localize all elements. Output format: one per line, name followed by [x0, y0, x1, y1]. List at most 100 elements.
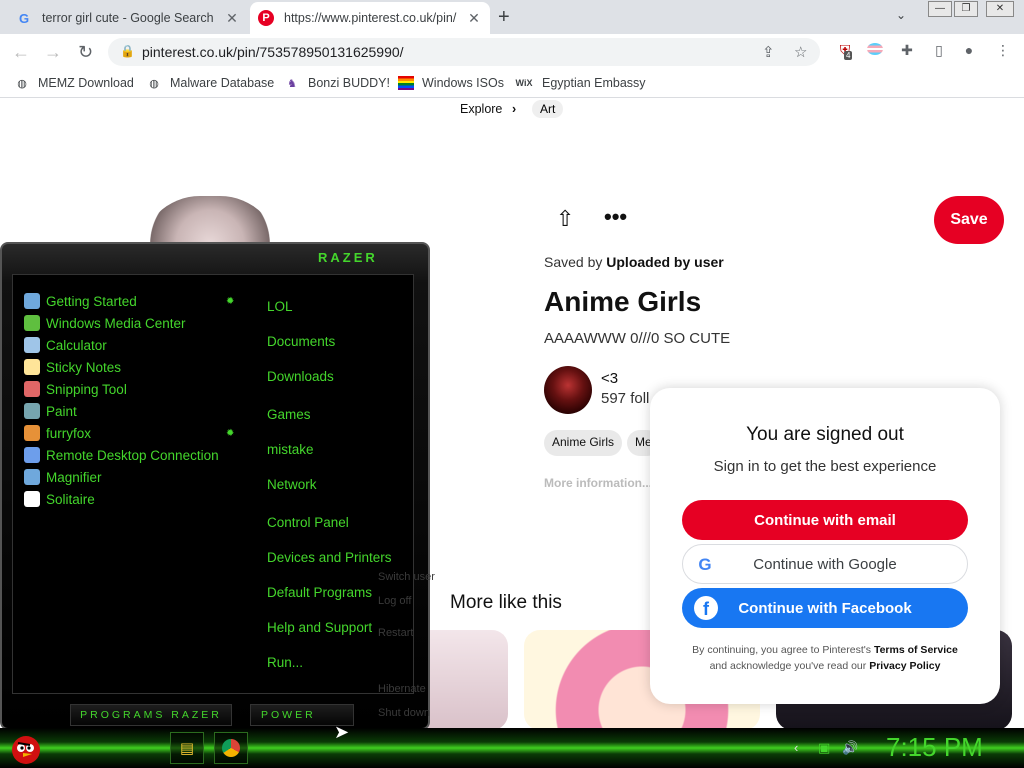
magnifier-icon [24, 469, 40, 485]
start-program-item[interactable]: Getting Started [24, 293, 137, 309]
chrome-taskbar-icon[interactable] [214, 732, 248, 764]
saved-by-prefix: Saved by [544, 254, 603, 270]
tab-google-search[interactable]: G terror girl cute - Google Search ✕ [8, 2, 248, 34]
start-program-item[interactable]: Remote Desktop Connection [24, 447, 219, 463]
start-program-item[interactable]: Sticky Notes [24, 359, 121, 375]
continue-with-email-button[interactable]: Continue with email [682, 500, 968, 540]
bookmark-bonzi-buddy[interactable]: ♞ Bonzi BUDDY! [284, 75, 390, 91]
tray-volume-icon[interactable]: 🔊 [842, 740, 858, 756]
mouse-cursor-icon: ➤ [334, 722, 350, 742]
start-program-item[interactable]: Paint [24, 403, 77, 419]
tab-pinterest[interactable]: P https://www.pinterest.co.uk/pin/ ✕ [250, 2, 490, 34]
bookmark-star-icon[interactable]: ☆ [794, 43, 807, 61]
forward-arrow-icon[interactable]: → [44, 42, 62, 63]
all-programs-button[interactable]: PROGRAMS RAZER [70, 704, 232, 726]
follower-count: 597 foll [601, 390, 650, 407]
start-program-item[interactable]: furryfox [24, 425, 91, 441]
signin-title: You are signed out [746, 424, 904, 445]
bookmark-windows-isos[interactable]: Windows ISOs [398, 75, 504, 91]
privacy-policy-link[interactable]: Privacy Policy [869, 660, 940, 672]
start-place-item[interactable]: Control Panel [267, 515, 349, 530]
facebook-button-label: Continue with Facebook [738, 599, 912, 617]
start-place-item[interactable]: Network [267, 477, 317, 492]
creator-name[interactable]: <3 [601, 370, 618, 387]
restore-button[interactable]: ❐ [954, 1, 978, 17]
file-explorer-icon[interactable]: ▤ [170, 732, 204, 764]
more-information-link[interactable]: More information... [544, 476, 652, 490]
angry-bird-start-orb-icon[interactable] [8, 730, 44, 766]
taskbar-clock[interactable]: 7:15 PM [886, 732, 983, 763]
start-place-item[interactable]: Downloads [267, 369, 334, 384]
bookmark-malware-database[interactable]: ◍ Malware Database [146, 75, 274, 91]
extensions-puzzle-icon[interactable]: ✚ [898, 42, 916, 60]
start-place-item[interactable]: Devices and Printers [267, 550, 392, 565]
remote-desktop-icon [24, 447, 40, 463]
power-option-item[interactable]: Log off [378, 595, 411, 607]
continue-with-google-button[interactable]: G Continue with Google [682, 544, 968, 584]
bookmark-label: Bonzi BUDDY! [308, 76, 390, 90]
close-tab-icon[interactable]: ✕ [224, 10, 240, 27]
media-center-icon [24, 315, 40, 331]
tray-network-icon[interactable]: ▣ [818, 740, 830, 756]
terms-middle: and acknowledge you've read our [709, 660, 867, 672]
breadcrumb-art[interactable]: Art [532, 100, 564, 118]
start-place-item[interactable]: mistake [267, 442, 314, 457]
wix-icon: WiX [515, 78, 533, 88]
address-bar[interactable]: 🔒 pinterest.co.uk/pin/753578950131625990… [108, 38, 820, 66]
more-options-icon[interactable]: ••• [604, 204, 627, 230]
saved-by-user[interactable]: Uploaded by user [606, 254, 723, 270]
profile-avatar-icon[interactable]: ● [960, 42, 978, 60]
back-arrow-icon[interactable]: ← [12, 42, 30, 63]
pinterest-icon: P [258, 10, 274, 26]
terms-prefix: By continuing, you agree to Pinterest's [692, 644, 872, 656]
terms-text: By continuing, you agree to Pinterest's … [670, 642, 980, 674]
tab-strip: G terror girl cute - Google Search ✕ P h… [0, 0, 1024, 34]
bookmark-label: Malware Database [170, 76, 275, 90]
tray-up-arrow-icon[interactable]: ‹ [794, 740, 798, 755]
power-option-item[interactable]: Hibernate [378, 683, 426, 695]
start-place-item[interactable]: Games [267, 407, 311, 422]
start-place-item[interactable]: LOL [267, 299, 293, 314]
bookmark-egyptian-embassy[interactable]: WiX Egyptian Embassy [514, 75, 646, 91]
minimize-button[interactable]: — [928, 1, 952, 17]
globe-icon: ◍ [17, 77, 27, 90]
share-page-icon[interactable]: ⇪ [762, 43, 775, 61]
start-place-item[interactable]: Default Programs [267, 585, 372, 600]
start-place-item[interactable]: Documents [267, 334, 335, 349]
ublock-extension-icon[interactable]: ⛨ 4 [836, 42, 854, 60]
tag-anime-girls[interactable]: Anime Girls [544, 430, 623, 456]
signin-subtitle: Sign in to get the best experience [713, 458, 937, 475]
start-place-item[interactable]: Run... [267, 655, 303, 670]
close-tab-icon[interactable]: ✕ [466, 10, 482, 27]
start-program-label: Snipping Tool [46, 381, 127, 397]
terms-of-service-link[interactable]: Terms of Service [874, 644, 958, 656]
start-program-item[interactable]: Snipping Tool [24, 381, 127, 397]
flag-extension-icon[interactable] [866, 42, 884, 60]
tab-search-chevron-icon[interactable]: ⌄ [896, 8, 906, 22]
start-program-item[interactable]: Magnifier [24, 469, 102, 485]
bookmark-memz[interactable]: ◍ MEMZ Download [14, 75, 134, 91]
start-program-item[interactable]: Calculator [24, 337, 107, 353]
creator-avatar[interactable] [544, 366, 592, 414]
url-text[interactable]: pinterest.co.uk/pin/753578950131625990/ [142, 44, 404, 60]
start-program-item[interactable]: Windows Media Center [24, 315, 186, 331]
share-icon[interactable]: ⇧ [556, 206, 574, 232]
save-button[interactable]: Save [934, 196, 1004, 244]
side-panel-icon[interactable]: ▯ [930, 42, 948, 60]
power-option-item[interactable]: Shut down [378, 707, 430, 719]
start-program-item[interactable]: Solitaire [24, 491, 95, 507]
razer-logo: RAZER [318, 250, 378, 265]
calculator-icon [24, 337, 40, 353]
extension-badge: 4 [844, 51, 853, 60]
getting-started-icon [24, 293, 40, 309]
power-option-item[interactable]: Restart [378, 627, 413, 639]
reload-icon[interactable]: ↻ [78, 42, 93, 63]
continue-with-facebook-button[interactable]: f Continue with Facebook [682, 588, 968, 628]
lock-icon[interactable]: 🔒 [120, 44, 135, 58]
breadcrumb-explore[interactable]: Explore [460, 102, 502, 116]
power-option-item[interactable]: Switch user [378, 571, 435, 583]
close-window-button[interactable]: ✕ [986, 1, 1014, 17]
new-tab-icon[interactable]: + [498, 6, 510, 29]
chrome-menu-icon[interactable]: ⋮ [994, 42, 1012, 60]
start-place-item[interactable]: Help and Support [267, 620, 372, 635]
